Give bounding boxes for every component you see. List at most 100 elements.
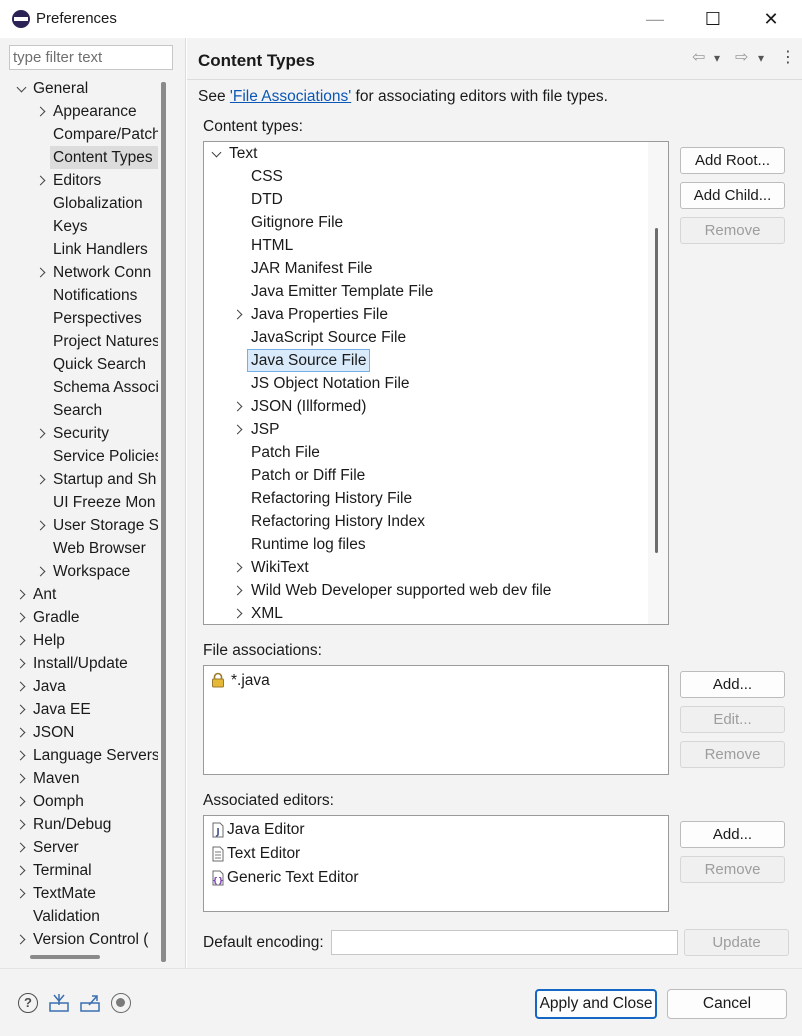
apply-and-close-button[interactable]: Apply and Close	[535, 989, 657, 1019]
chevron-right-icon[interactable]	[233, 602, 245, 624]
preferences-tree[interactable]: General Appearance Compare/Patch Content Ty…	[0, 77, 158, 957]
tree-item[interactable]: Maven	[0, 767, 158, 790]
associated-editor-item[interactable]: J Java Editor	[210, 818, 650, 841]
tree-item[interactable]: Link Handlers	[0, 238, 158, 261]
associated-editors-list[interactable]: J Java Editor Text Editor {} Generic Text Ed…	[203, 815, 669, 912]
content-type-item[interactable]: Java Source File	[204, 349, 648, 372]
file-associations-list[interactable]: *.java	[203, 665, 669, 775]
chevron-right-icon[interactable]	[16, 629, 28, 652]
tree-item[interactable]: Web Browser	[0, 537, 158, 560]
content-type-item[interactable]: Refactoring History Index	[204, 510, 648, 533]
sidebar-horizontal-scrollbar[interactable]	[30, 955, 100, 959]
edit-file-association-button[interactable]: Edit...	[680, 706, 785, 733]
content-type-item[interactable]: JavaScript Source File	[204, 326, 648, 349]
tree-item[interactable]: Server	[0, 836, 158, 859]
default-encoding-field[interactable]	[331, 930, 678, 955]
add-root-button[interactable]: Add Root...	[680, 147, 785, 174]
chevron-right-icon[interactable]	[16, 675, 28, 698]
tree-item[interactable]: Content Types	[50, 146, 158, 169]
chevron-right-icon[interactable]	[16, 928, 28, 951]
content-type-item[interactable]: Java Emitter Template File	[204, 280, 648, 303]
tree-item[interactable]: Quick Search	[0, 353, 158, 376]
tree-item[interactable]: Install/Update	[0, 652, 158, 675]
tree-item[interactable]: Run/Debug	[0, 813, 158, 836]
associated-editor-item[interactable]: Text Editor	[210, 842, 650, 865]
sidebar-vertical-scrollbar[interactable]	[161, 82, 166, 962]
content-type-item[interactable]: XML	[204, 602, 648, 624]
content-types-tree[interactable]: Text CSS DTD Gitignore File HTML JAR Manifest…	[203, 141, 669, 625]
content-type-item[interactable]: JS Object Notation File	[204, 372, 648, 395]
tree-item[interactable]: UI Freeze Mon	[0, 491, 158, 514]
file-associations-link[interactable]: 'File Associations'	[230, 88, 351, 105]
tree-item[interactable]: Help	[0, 629, 158, 652]
view-menu-icon[interactable]: ⋮	[780, 48, 796, 68]
tree-item[interactable]: Schema Associ	[0, 376, 158, 399]
chevron-right-icon[interactable]	[233, 418, 245, 441]
content-type-item[interactable]: DTD	[204, 188, 648, 211]
back-arrow-icon[interactable]: ⇦	[692, 48, 705, 68]
content-type-item[interactable]: WikiText	[204, 556, 648, 579]
back-menu-chevron-down-icon[interactable]: ▾	[714, 48, 720, 68]
chevron-right-icon[interactable]	[36, 169, 48, 192]
tree-item[interactable]: Project Natures	[0, 330, 158, 353]
minimize-button[interactable]: —	[626, 0, 684, 38]
tree-item[interactable]: Version Control (	[0, 928, 158, 951]
content-type-item[interactable]: Text	[204, 142, 648, 165]
chevron-down-icon[interactable]	[16, 77, 28, 100]
chevron-right-icon[interactable]	[36, 468, 48, 491]
tree-item[interactable]: General	[0, 77, 158, 100]
chevron-right-icon[interactable]	[233, 556, 245, 579]
chevron-right-icon[interactable]	[16, 790, 28, 813]
file-association-item[interactable]: *.java	[210, 669, 650, 692]
add-child-button[interactable]: Add Child...	[680, 182, 785, 209]
chevron-right-icon[interactable]	[16, 744, 28, 767]
forward-menu-chevron-down-icon[interactable]: ▾	[758, 48, 764, 68]
content-type-item[interactable]: Refactoring History File	[204, 487, 648, 510]
chevron-down-icon[interactable]	[211, 142, 223, 165]
tree-item[interactable]: Workspace	[0, 560, 158, 583]
chevron-right-icon[interactable]	[16, 583, 28, 606]
add-editor-button[interactable]: Add...	[680, 821, 785, 848]
tree-item[interactable]: Java	[0, 675, 158, 698]
tree-item[interactable]: Search	[0, 399, 158, 422]
chevron-right-icon[interactable]	[16, 813, 28, 836]
content-type-item[interactable]: JSP	[204, 418, 648, 441]
tree-item[interactable]: Java EE	[0, 698, 158, 721]
close-button[interactable]: ✕	[742, 0, 800, 38]
tree-item[interactable]: TextMate	[0, 882, 158, 905]
chevron-right-icon[interactable]	[36, 560, 48, 583]
chevron-right-icon[interactable]	[16, 767, 28, 790]
tree-item[interactable]: JSON	[0, 721, 158, 744]
remove-content-type-button[interactable]: Remove	[680, 217, 785, 244]
content-type-item[interactable]: Wild Web Developer supported web dev fil…	[204, 579, 648, 602]
tree-item[interactable]: Globalization	[0, 192, 158, 215]
chevron-right-icon[interactable]	[36, 514, 48, 537]
update-encoding-button[interactable]: Update	[684, 929, 789, 956]
chevron-right-icon[interactable]	[36, 100, 48, 123]
tree-item[interactable]: Gradle	[0, 606, 158, 629]
chevron-right-icon[interactable]	[233, 579, 245, 602]
tree-item[interactable]: Oomph	[0, 790, 158, 813]
tree-item[interactable]: Appearance	[0, 100, 158, 123]
content-type-item[interactable]: CSS	[204, 165, 648, 188]
content-type-item[interactable]: Gitignore File	[204, 211, 648, 234]
filter-input[interactable]	[9, 45, 173, 70]
chevron-right-icon[interactable]	[233, 303, 245, 326]
tree-item[interactable]: Perspectives	[0, 307, 158, 330]
maximize-button[interactable]: ☐	[684, 0, 742, 38]
content-type-item[interactable]: JSON (Illformed)	[204, 395, 648, 418]
content-type-item[interactable]: Runtime log files	[204, 533, 648, 556]
chevron-right-icon[interactable]	[16, 836, 28, 859]
chevron-right-icon[interactable]	[16, 882, 28, 905]
content-types-scrollbar[interactable]	[655, 228, 658, 553]
tree-item[interactable]: Startup and Sh	[0, 468, 158, 491]
chevron-right-icon[interactable]	[36, 422, 48, 445]
forward-arrow-icon[interactable]: ⇨	[735, 48, 748, 68]
tree-item[interactable]: Ant	[0, 583, 158, 606]
chevron-right-icon[interactable]	[36, 261, 48, 284]
tree-item[interactable]: Compare/Patch	[0, 123, 158, 146]
tree-item[interactable]: Keys	[0, 215, 158, 238]
tree-item[interactable]: Editors	[0, 169, 158, 192]
tree-item[interactable]: Service Policies	[0, 445, 158, 468]
remove-editor-button[interactable]: Remove	[680, 856, 785, 883]
